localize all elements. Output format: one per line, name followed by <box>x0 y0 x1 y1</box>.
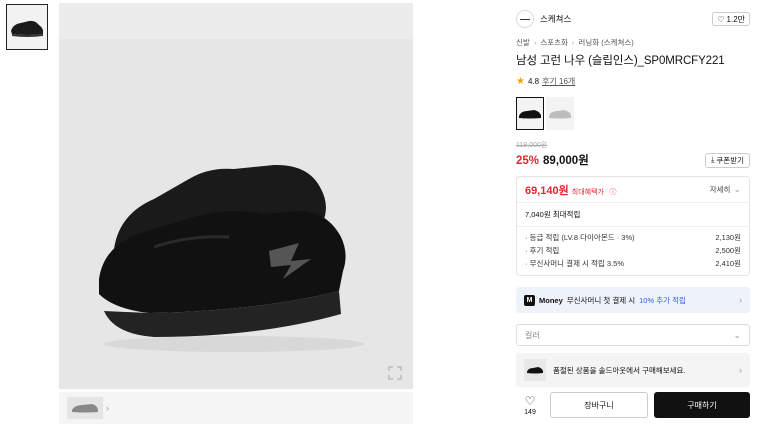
max-benefit-price: 69,140원 <box>525 184 569 197</box>
points-value: 2,500원 <box>715 246 741 255</box>
points-header: 7,040원 최대적립 <box>517 203 749 227</box>
purchase-bar: ♡ 149 장바구니 구매하기 <box>516 391 750 419</box>
benefit-box: 69,140원 최대혜택가 ⓘ 자세히 ⌄ 7,040원 최대적립 · 등급 적립… <box>516 176 750 276</box>
color-select-placeholder: 컬러 <box>525 330 540 340</box>
money-promo-content: M Money 무신사머니 첫 결제 시 10% 추가 적립 <box>524 294 686 306</box>
points-label: · 무신사머니 결제 시 적립 3.5% <box>525 259 625 268</box>
benefit-detail-toggle[interactable]: 자세히 ⌄ <box>710 184 741 195</box>
shoe-image <box>99 164 364 352</box>
soldout-content: 품절된 상품을 솔드아웃에서 구매해보세요. <box>524 359 686 381</box>
color-select[interactable]: 컬러 ⌄ <box>516 324 750 346</box>
expand-icon[interactable] <box>387 365 403 381</box>
rating-score: 4.8 <box>527 77 540 86</box>
brand-like-count: 1.2만 <box>726 14 745 24</box>
color-option-black[interactable] <box>516 97 544 130</box>
points-item: · 등급 적립 (LV.8 다이아몬드 · 3%) 2,130원 <box>525 231 741 244</box>
coupon-label: 쿠폰받기 <box>716 155 744 165</box>
heart-icon: ♡ <box>524 394 536 408</box>
sale-price: 89,000원 <box>543 155 589 167</box>
brand-link[interactable]: 스케쳐스 <box>516 10 571 28</box>
points-label: · 등급 적립 (LV.8 다이아몬드 · 3%) <box>525 233 635 242</box>
product-title: 남성 고런 나우 (슬립인스)_SP0MRCFY221 <box>516 55 725 67</box>
points-value: 2,410원 <box>715 259 741 268</box>
shoe-gray-icon <box>549 109 571 118</box>
related-thumbnail[interactable] <box>67 397 103 419</box>
breadcrumb-separator: › <box>571 38 575 47</box>
buy-now-button[interactable]: 구매하기 <box>654 392 750 418</box>
soldout-text: 품절된 상품을 솔드아웃에서 구매해보세요. <box>553 365 686 375</box>
points-item: · 무신사머니 결제 시 적립 3.5% 2,410원 <box>525 257 741 270</box>
product-main-image <box>59 3 413 389</box>
product-image-stage <box>59 39 413 389</box>
breadcrumb-item[interactable]: 러닝화 (스케쳐스) <box>578 37 633 48</box>
soldout-shoe-image <box>524 359 546 381</box>
shoe-small-icon <box>527 367 543 374</box>
brand-like-button[interactable]: ♡ 1.2만 <box>712 12 750 26</box>
breadcrumb-separator: › <box>533 38 537 47</box>
points-value: 2,130원 <box>715 233 741 242</box>
chevron-right-icon[interactable]: › <box>106 403 109 413</box>
chevron-right-icon: › <box>739 365 742 375</box>
star-icon: ★ <box>516 76 525 87</box>
points-label: · 후기 적립 <box>525 246 560 255</box>
discount-rate: 25% <box>516 155 540 167</box>
shoe-mini-icon <box>72 404 98 413</box>
related-thumbnails: › <box>59 392 413 424</box>
product-info-panel: 스케쳐스 ♡ 1.2만 신발 › 스포츠화 › 러닝화 (스케쳐스) 남성 고런… <box>516 10 750 387</box>
soldout-banner[interactable]: 품절된 상품을 솔드아웃에서 구매해보세요. › <box>516 353 750 387</box>
breadcrumb-item[interactable]: 신발 <box>516 37 530 48</box>
original-price: 119,000원 <box>516 142 548 149</box>
max-benefit: 69,140원 최대혜택가 ⓘ <box>525 182 616 198</box>
money-brand: Money <box>539 295 563 305</box>
thumbnail-list <box>6 4 50 50</box>
points-item: · 후기 적립 2,500원 <box>525 244 741 257</box>
money-promo-text: 무신사머니 첫 결제 시 <box>566 295 636 305</box>
brand-row: 스케쳐스 ♡ 1.2만 <box>516 10 750 28</box>
download-icon: ⤓ <box>711 155 715 164</box>
points-list: · 등급 적립 (LV.8 다이아몬드 · 3%) 2,130원 · 후기 적립… <box>517 227 749 275</box>
max-benefit-label: 최대혜택가 <box>571 188 604 196</box>
add-to-cart-button[interactable]: 장바구니 <box>550 392 648 418</box>
coupon-button[interactable]: ⤓ 쿠폰받기 <box>705 152 750 168</box>
money-promo-highlight: 10% 추가 적립 <box>639 295 686 305</box>
product-thumbnail[interactable] <box>6 4 48 50</box>
shoe-black-icon <box>519 109 541 118</box>
brand-logo <box>516 10 534 28</box>
wish-count: 149 <box>524 409 536 416</box>
info-icon: ⓘ <box>609 188 617 196</box>
detail-label: 자세히 <box>709 185 731 194</box>
heart-icon: ♡ <box>717 14 725 24</box>
price-row: 25% 89,000원 ⤓ 쿠폰받기 <box>516 152 750 168</box>
reviews-link[interactable]: 후기 16개 <box>542 76 575 87</box>
chevron-right-icon: › <box>739 295 742 305</box>
breadcrumb: 신발 › 스포츠화 › 러닝화 (스케쳐스) <box>516 37 750 48</box>
shoe-thumbnail-image <box>11 20 43 37</box>
wish-button[interactable]: ♡ 149 <box>516 394 544 416</box>
money-promo-banner[interactable]: M Money 무신사머니 첫 결제 시 10% 추가 적립 › <box>516 287 750 313</box>
rating-row: ★ 4.8 후기 16개 <box>516 76 750 87</box>
money-logo-icon: M <box>524 294 535 306</box>
sale-price-block: 25% 89,000원 <box>516 152 589 168</box>
color-option-gray[interactable] <box>546 97 574 130</box>
chevron-down-icon: ⌄ <box>733 329 741 340</box>
brand-name: 스케쳐스 <box>540 14 572 24</box>
breadcrumb-item[interactable]: 스포츠화 <box>540 37 568 48</box>
benefit-summary[interactable]: 69,140원 최대혜택가 ⓘ 자세히 ⌄ <box>517 177 749 203</box>
chevron-down-icon: ⌄ <box>733 184 741 194</box>
color-options <box>516 97 750 130</box>
